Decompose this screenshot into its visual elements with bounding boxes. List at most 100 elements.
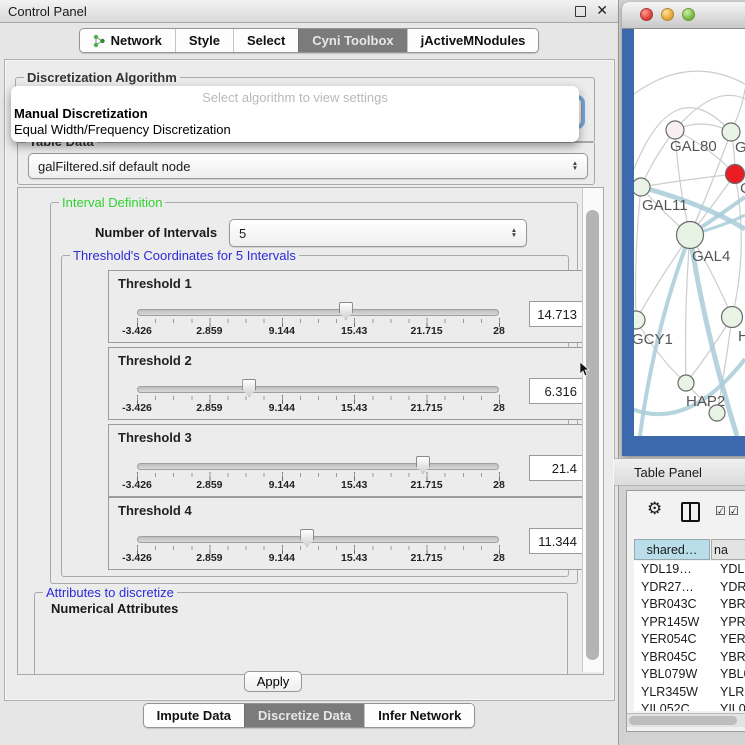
threshold-value-field[interactable]: 14.713 [529,301,583,327]
slider-scale-label: 2.859 [196,552,222,564]
slider-ticks [137,395,500,404]
tab-infer-network[interactable]: Infer Network [364,704,474,727]
tab-jactivemnodules[interactable]: jActiveMNodules [407,29,539,52]
tab-label: jActiveMNodules [421,33,526,48]
network-node-gal80[interactable] [666,121,684,139]
table-row[interactable]: YER054CYER0 [634,631,745,649]
network-node-gal11[interactable] [634,178,650,196]
network-node-label: G [735,139,745,156]
slider-scale-label: 21.715 [411,402,443,414]
network-node-hap2[interactable] [678,375,694,391]
slider-scale-label: 9.144 [269,325,295,337]
slider-scale-label: 28 [493,479,505,491]
horizontal-scrollbar[interactable] [627,713,745,727]
slider-track[interactable] [137,309,499,316]
horizontal-scrollbar-thumb[interactable] [629,716,737,725]
table-row[interactable]: YPR145WYPR1 [634,614,745,632]
slider-ticks [137,545,500,554]
network-edge[interactable] [636,187,641,320]
close-traffic-light-icon[interactable] [640,8,653,21]
stepper-arrows-icon: ▲▼ [568,161,582,171]
cell-name: YDL1 [713,561,745,579]
slider-scale-label: 21.715 [411,552,443,564]
interval-definition-group: Interval Definition Number of Intervals … [50,202,578,584]
network-node-gcy1[interactable] [634,311,645,329]
cell-shared-name: YBL079W [634,666,713,684]
vertical-scrollbar[interactable] [582,188,603,672]
network-node-h[interactable] [722,307,743,328]
network-edge[interactable] [634,71,745,94]
tab-select[interactable]: Select [233,29,298,52]
split-view-icon[interactable] [681,502,700,522]
screen: Control Panel ✕ NetworkStyleSelectCyni T… [0,0,745,745]
column-header-name[interactable]: na [711,539,745,560]
slider-track[interactable] [137,463,499,470]
table-row[interactable]: YIL052CYIL0 [634,701,745,711]
network-node[interactable] [709,405,725,421]
network-node-label: GAL11 [642,197,688,214]
close-icon[interactable]: ✕ [596,2,608,19]
threshold-value-field[interactable]: 21.4 [529,455,583,481]
cell-shared-name: YPR145W [634,614,713,632]
table-data-group: Table Data galFiltered.sif default node … [17,141,595,185]
slider-track[interactable] [137,536,499,543]
checkbox-icon[interactable]: ☑ [715,504,726,518]
checkbox-icon[interactable]: ☑ [728,504,739,518]
tab-label: Infer Network [378,708,461,723]
algorithm-option[interactable]: Manual Discretization [14,106,148,121]
table-row[interactable]: YBR045CYBR0 [634,649,745,667]
cell-shared-name: YDR27… [634,579,713,597]
network-node-label: GCY1 [634,331,673,348]
slider-track[interactable] [137,386,499,393]
vertical-scrollbar-thumb[interactable] [586,210,599,660]
cyni-toolbox-panel: Discretization Algorithm ▲▼ Select algor… [4,59,615,701]
tab-style[interactable]: Style [175,29,233,52]
tab-network[interactable]: Network [80,29,175,52]
network-node-gal4[interactable] [677,222,704,249]
tab-discretize-data[interactable]: Discretize Data [244,704,364,727]
tab-impute-data[interactable]: Impute Data [144,704,244,727]
cell-name: YBL0 [713,666,745,684]
table-row[interactable]: YDL19…YDL1 [634,561,745,579]
algorithm-option[interactable]: Equal Width/Frequency Discretization [14,122,231,137]
threshold-value-field[interactable]: 6.316 [529,378,583,404]
network-edge[interactable] [636,235,690,320]
network-node-label: GAL4 [692,248,730,265]
tab-label: Discretize Data [258,708,351,723]
slider-scale-label: 28 [493,402,505,414]
slider-scale-label: -3.426 [122,402,152,414]
float-window-icon[interactable] [575,6,586,17]
slider-scale-label: 15.43 [341,402,367,414]
settings-scroll-area: Interval Definition Number of Intervals … [17,187,604,675]
threshold-label: Threshold 2 [118,353,192,368]
number-of-intervals-label: Number of Intervals [95,225,217,240]
slider-scale-label: 9.144 [269,552,295,564]
column-header-shared-name[interactable]: shared… [634,539,710,560]
network-node-label: GAL80 [670,138,717,155]
slider-scale-label: 28 [493,325,505,337]
threshold-value-field[interactable]: 11.344 [529,528,583,554]
table-data-combobox[interactable]: galFiltered.sif default node ▲▼ [28,153,588,179]
table-panel-title: Table Panel [634,465,702,480]
numerical-attributes-label: Numerical Attributes [51,601,178,616]
table-row[interactable]: YBL079WYBL0 [634,666,745,684]
slider-scale-label: 15.43 [341,479,367,491]
slider-scale-label: 21.715 [411,479,443,491]
apply-button[interactable]: Apply [244,671,302,692]
table-row[interactable]: YBR043CYBR0 [634,596,745,614]
number-of-intervals-combobox[interactable]: 5 ▲▼ [229,219,527,247]
network-edge[interactable] [686,235,691,383]
tab-cyni-toolbox[interactable]: Cyni Toolbox [298,29,406,52]
threshold-panel: Threshold 3-3.4262.8599.14415.4321.71528… [108,424,598,497]
table-row[interactable]: YLR345WYLR3 [634,684,745,702]
minimize-traffic-light-icon[interactable] [661,8,674,21]
table-row[interactable]: YDR27…YDR2 [634,579,745,597]
gear-icon[interactable]: ⚙ [647,499,662,519]
network-edge[interactable] [641,174,735,187]
threshold-panel: Threshold 4-3.4262.8599.14415.4321.71528… [108,497,598,570]
slider-scale-label: -3.426 [122,552,152,564]
network-canvas[interactable]: GAL80GCGAL11GAL4GCY1HHAP2 [634,29,745,436]
stepper-arrows-icon: ▲▼ [507,228,521,238]
cell-shared-name: YIL052C [634,701,713,711]
zoom-traffic-light-icon[interactable] [682,8,695,21]
